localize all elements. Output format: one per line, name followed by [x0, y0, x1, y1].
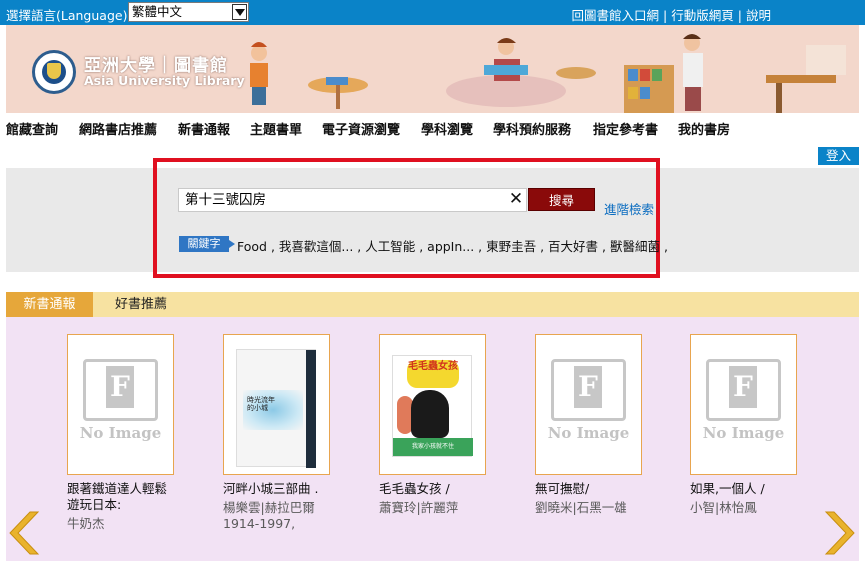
banner-illustration	[250, 34, 846, 113]
cover-image: 毛毛蟲女孩 我家小孩就不住	[392, 355, 473, 457]
language-select[interactable]: 繁體中文	[128, 2, 249, 22]
book-author: 劉曉米|石黑一雄	[535, 500, 627, 515]
no-image-icon: F	[706, 359, 781, 421]
book-title[interactable]: 如果,一個人 /	[690, 481, 800, 497]
library-portal-link[interactable]: 回圖書館入口網	[572, 8, 660, 23]
library-banner: 亞洲大學｜圖書館 Asia University Library	[6, 25, 859, 113]
book-card[interactable]: F No Image 跟著鐵道達人輕鬆遊玩日本: 牛奶杰	[67, 334, 207, 532]
popular-keywords[interactable]: Food , 我喜歡這個... , 人工智能 , appIn... , 東野圭吾…	[237, 236, 668, 255]
book-cover[interactable]: F No Image	[535, 334, 642, 475]
nav-online-bookstore[interactable]: 網路書店推薦	[79, 119, 157, 138]
chevron-left-icon[interactable]	[8, 510, 42, 556]
no-image-icon: F	[83, 359, 158, 421]
nav-new-books[interactable]: 新書通報	[178, 119, 230, 138]
nav-e-resources[interactable]: 電子資源瀏覽	[322, 119, 400, 138]
search-highlight-box	[153, 158, 660, 278]
book-title[interactable]: 河畔小城三部曲 .	[223, 481, 333, 497]
book-card[interactable]: 毛毛蟲女孩 我家小孩就不住 毛毛蟲女孩 / 蕭寶玲|許麗萍	[379, 334, 519, 516]
book-card[interactable]: F No Image 如果,一個人 / 小智|林怡鳳	[690, 334, 830, 516]
separator: |	[663, 8, 668, 23]
keyword-badge: 關鍵字	[179, 236, 235, 252]
top-bar: 選擇語言(Language) : 繁體中文 回圖書館入口網 | 行動版網頁 | 說明	[0, 0, 865, 25]
close-icon[interactable]: ✕	[508, 191, 524, 209]
language-selected-value: 繁體中文	[132, 4, 183, 19]
separator: |	[737, 8, 742, 23]
search-input[interactable]: 第十三號囚房	[178, 188, 527, 212]
search-button[interactable]: 搜尋	[528, 188, 595, 211]
main-nav: 館藏查詢 網路書店推薦 新書通報 主題書單 電子資源瀏覽 學科瀏覽 學科預約服務…	[0, 119, 865, 139]
nav-catalog-search[interactable]: 館藏查詢	[6, 119, 58, 138]
cover-subtitle: 我家小孩就不住	[393, 438, 473, 456]
no-image-label: No Image	[79, 424, 162, 442]
mobile-version-link[interactable]: 行動版網頁	[671, 8, 734, 23]
no-image-label: No Image	[547, 424, 630, 442]
book-title[interactable]: 無可撫慰/	[535, 481, 645, 497]
book-card[interactable]: F No Image 無可撫慰/ 劉曉米|石黑一雄	[535, 334, 675, 516]
help-link[interactable]: 說明	[746, 8, 771, 23]
nav-my-shelf[interactable]: 我的書房	[678, 119, 730, 138]
book-author: 蕭寶玲|許麗萍	[379, 500, 459, 515]
book-title[interactable]: 毛毛蟲女孩 /	[379, 481, 489, 497]
cover-title: 毛毛蟲女孩	[407, 360, 459, 388]
book-cover[interactable]: F No Image	[690, 334, 797, 475]
login-button[interactable]: 登入	[818, 147, 859, 165]
chevron-right-icon[interactable]	[822, 510, 856, 556]
chevron-down-icon	[232, 4, 247, 20]
advanced-search-link[interactable]: 進階檢索	[604, 199, 654, 218]
book-author: 牛奶杰	[67, 516, 105, 531]
book-cover[interactable]: F No Image	[67, 334, 174, 475]
book-card[interactable]: 時光流年的小城 河畔小城三部曲 . 楊樂雲|赫拉巴爾 1914-1997,	[223, 334, 363, 532]
book-author: 小智|林怡鳳	[690, 500, 757, 515]
nav-subject-reservation[interactable]: 學科預約服務	[493, 119, 571, 138]
book-cover[interactable]: 時光流年的小城	[223, 334, 330, 475]
cover-image: 時光流年的小城	[236, 349, 316, 468]
book-cover[interactable]: 毛毛蟲女孩 我家小孩就不住	[379, 334, 486, 475]
no-image-label: No Image	[702, 424, 785, 442]
nav-course-reserves[interactable]: 指定參考書	[593, 119, 658, 138]
tab-new-books[interactable]: 新書通報	[6, 292, 93, 317]
cover-title: 時光流年的小城	[247, 396, 275, 412]
book-title[interactable]: 跟著鐵道達人輕鬆遊玩日本:	[67, 481, 177, 513]
tab-recommended-books[interactable]: 好書推薦	[97, 292, 185, 317]
nav-topic-lists[interactable]: 主題書單	[250, 119, 302, 138]
book-author: 楊樂雲|赫拉巴爾 1914-1997,	[223, 500, 315, 531]
nav-subject-browse[interactable]: 學科瀏覽	[421, 119, 473, 138]
top-links: 回圖書館入口網 | 行動版網頁 | 說明	[572, 5, 771, 24]
language-label: 選擇語言(Language) :	[6, 8, 136, 23]
no-image-icon: F	[551, 359, 626, 421]
